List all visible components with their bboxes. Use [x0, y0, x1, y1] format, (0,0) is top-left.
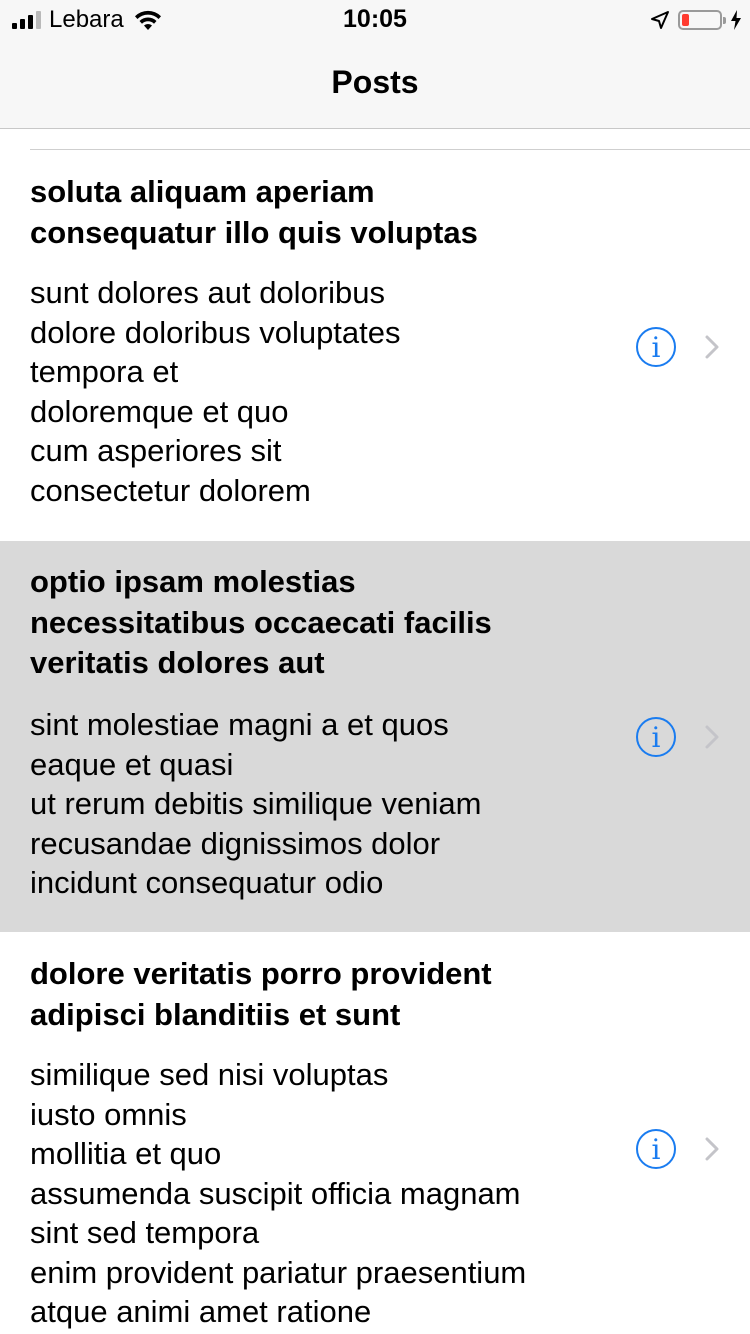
- chevron-right-icon: [705, 725, 719, 749]
- info-icon[interactable]: i: [636, 1129, 676, 1169]
- post-body-line: sunt dolores aut doloribus: [30, 275, 386, 310]
- chevron-right-icon: [705, 1137, 719, 1161]
- post-body-line: consectetur dolorem: [30, 472, 311, 508]
- post-body: sint molestiae magni a et quos eaque et …: [30, 705, 620, 903]
- post-title-line: optio ipsam molestias: [30, 564, 356, 599]
- posts-list[interactable]: soluta aliquam aperiam consequatur illo …: [0, 129, 750, 1334]
- battery-icon: [678, 10, 726, 30]
- navigation-bar: Posts: [0, 40, 750, 129]
- post-title-line: dolore veritatis porro provident: [30, 956, 492, 991]
- location-arrow-icon: [651, 11, 669, 29]
- post-cell[interactable]: soluta aliquam aperiam consequatur illo …: [0, 150, 750, 541]
- post-title: soluta aliquam aperiam consequatur illo …: [30, 172, 590, 253]
- post-body-line: ut rerum debitis similique veniam: [30, 786, 482, 821]
- post-body-line: atque animi amet ratione: [30, 1294, 372, 1329]
- post-body-line: dolore doloribus voluptates: [30, 314, 401, 350]
- post-cell[interactable]: dolore veritatis porro provident adipisc…: [0, 932, 750, 1334]
- post-body-line: iusto omnis: [30, 1096, 187, 1132]
- post-body-line: cum asperiores sit: [30, 433, 282, 468]
- charging-bolt-icon: [731, 10, 741, 30]
- status-time: 10:05: [343, 5, 407, 33]
- post-body-line: mollitia et quo: [30, 1136, 222, 1171]
- status-bar: Lebara 10:05: [0, 0, 750, 40]
- post-title-line: veritatis dolores aut: [30, 645, 325, 680]
- status-right: [650, 6, 742, 34]
- post-body: similique sed nisi voluptas iusto omnis …: [30, 1055, 620, 1332]
- post-body-line: incidunt consequatur odio: [30, 865, 384, 900]
- battery-level-fill: [682, 14, 689, 26]
- info-icon[interactable]: i: [636, 327, 676, 367]
- info-icon[interactable]: i: [636, 717, 676, 757]
- post-body-line: enim provident pariatur praesentium: [30, 1254, 527, 1290]
- chevron-right-icon: [705, 335, 719, 359]
- post-title-line: necessitatibus occaecati facilis: [30, 604, 492, 640]
- post-body: sunt dolores aut doloribus dolore dolori…: [30, 273, 620, 510]
- post-cell[interactable]: optio ipsam molestias necessitatibus occ…: [0, 541, 750, 932]
- post-title-line: consequatur illo quis voluptas: [30, 214, 478, 250]
- post-title: dolore veritatis porro provident adipisc…: [30, 954, 590, 1035]
- post-body-line: similique sed nisi voluptas: [30, 1057, 389, 1092]
- page-title: Posts: [331, 64, 419, 100]
- post-body-line: recusandae dignissimos dolor: [30, 825, 441, 861]
- post-body-line: eaque et quasi: [30, 746, 234, 782]
- post-title-line: soluta aliquam aperiam: [30, 174, 375, 209]
- post-body-line: sint molestiae magni a et quos: [30, 707, 449, 742]
- post-body-line: assumenda suscipit officia magnam: [30, 1175, 521, 1211]
- post-title-line: adipisci blanditiis et sunt: [30, 996, 401, 1032]
- post-title: optio ipsam molestias necessitatibus occ…: [30, 562, 590, 684]
- post-body-line: tempora et: [30, 354, 179, 389]
- post-body-line: doloremque et quo: [30, 393, 289, 429]
- post-body-line: sint sed tempora: [30, 1215, 260, 1250]
